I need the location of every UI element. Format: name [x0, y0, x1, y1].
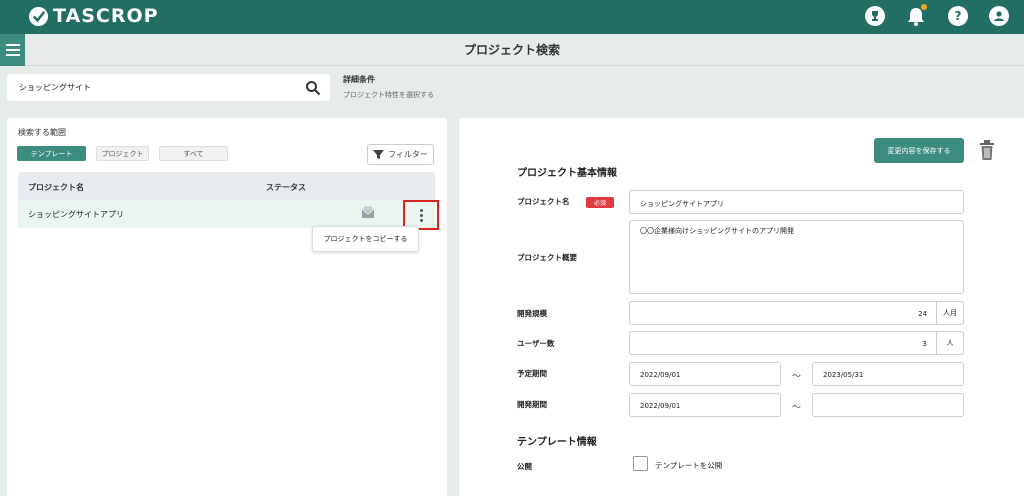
app-name: TASCROP	[53, 5, 159, 27]
logo-check-icon	[28, 6, 49, 26]
template-envelope-icon	[361, 206, 375, 218]
results-table-header: プロジェクト名 ステータス	[18, 172, 435, 200]
user-count-field[interactable]: 3 人	[629, 331, 964, 355]
project-name-value: ショッピングサイトアプリ	[640, 200, 724, 208]
project-summary-label: プロジェクト概要	[517, 253, 577, 262]
column-project-name[interactable]: プロジェクト名	[28, 182, 84, 193]
planned-start-value: 2022/09/01	[640, 371, 681, 379]
column-status[interactable]: ステータス	[266, 182, 306, 193]
filter-button[interactable]: フィルター	[367, 144, 434, 165]
template-info-heading: テンプレート情報	[517, 437, 597, 448]
project-summary-value: 〇〇企業様向けショッピングサイトのアプリ開発	[640, 227, 794, 235]
dev-period-label: 開発期間	[517, 400, 547, 409]
filter-icon	[373, 150, 385, 159]
search-input[interactable]: ショッピングサイト	[7, 74, 330, 101]
project-name-field[interactable]: ショッピングサイトアプリ	[629, 190, 964, 214]
project-detail-panel: 変更内容を保存する プロジェクト基本情報 プロジェクト名 必須 ショッピングサイ…	[459, 118, 1024, 496]
notification-dot	[921, 4, 927, 10]
search-value: ショッピングサイト	[19, 83, 91, 92]
user-count-value: 3	[922, 340, 927, 348]
table-row[interactable]: ショッピングサイトアプリ	[18, 200, 435, 228]
user-count-label: ユーザー数	[517, 339, 555, 348]
search-results-panel: 検索する範囲 テンプレート プロジェクト すべて フィルター プロジェクト名 ス…	[7, 118, 447, 496]
row-project-name: ショッピングサイトアプリ	[28, 210, 124, 219]
planned-start-field[interactable]: 2022/09/01	[629, 362, 781, 386]
detail-conditions-title[interactable]: 詳細条件	[343, 74, 375, 85]
range-separator: ～	[792, 372, 802, 382]
sub-header: プロジェクト検索	[0, 34, 1024, 66]
logo[interactable]: TASCROP	[28, 5, 159, 27]
publish-template-checkbox[interactable]	[633, 456, 648, 471]
planned-end-value: 2023/05/31	[823, 371, 864, 379]
dev-start-value: 2022/09/01	[640, 402, 681, 410]
copy-project-menu-item[interactable]: プロジェクトをコピーする	[312, 226, 419, 252]
filter-label: フィルター	[388, 150, 428, 159]
scope-all-button[interactable]: すべて	[159, 146, 228, 161]
range-separator: ～	[792, 403, 802, 413]
public-label: 公開	[517, 462, 532, 471]
dev-end-field[interactable]	[812, 393, 964, 417]
planned-end-field[interactable]: 2023/05/31	[812, 362, 964, 386]
planned-period-label: 予定期間	[517, 369, 547, 378]
help-glyph: ?	[954, 9, 962, 23]
basic-info-heading: プロジェクト基本情報	[517, 168, 617, 179]
help-icon[interactable]: ?	[948, 6, 968, 26]
dev-scale-value: 24	[918, 310, 927, 318]
dev-start-field[interactable]: 2022/09/01	[629, 393, 781, 417]
detail-conditions-link[interactable]: プロジェクト特性を選択する	[343, 90, 434, 100]
dev-scale-unit: 人月	[936, 302, 963, 324]
dev-scale-field[interactable]: 24 人月	[629, 301, 964, 325]
search-icon[interactable]	[305, 80, 321, 96]
project-summary-textarea[interactable]: 〇〇企業様向けショッピングサイトのアプリ開発	[629, 220, 964, 294]
scope-template-button[interactable]: テンプレート	[17, 146, 86, 161]
trash-icon[interactable]	[978, 139, 996, 161]
user-icon[interactable]	[989, 6, 1009, 26]
scope-label: 検索する範囲	[18, 128, 66, 137]
user-count-unit: 人	[936, 332, 963, 354]
dev-scale-label: 開発規模	[517, 309, 547, 318]
publish-template-label[interactable]: テンプレートを公開	[655, 460, 722, 471]
project-name-label: プロジェクト名	[517, 197, 570, 206]
hamburger-menu-icon[interactable]	[0, 34, 25, 66]
required-badge: 必須	[586, 197, 614, 208]
trophy-icon[interactable]	[865, 6, 885, 26]
save-changes-button[interactable]: 変更内容を保存する	[874, 138, 964, 163]
scope-project-button[interactable]: プロジェクト	[96, 146, 149, 161]
top-bar: TASCROP ?	[0, 0, 1024, 34]
page-title: プロジェクト検索	[463, 43, 560, 57]
